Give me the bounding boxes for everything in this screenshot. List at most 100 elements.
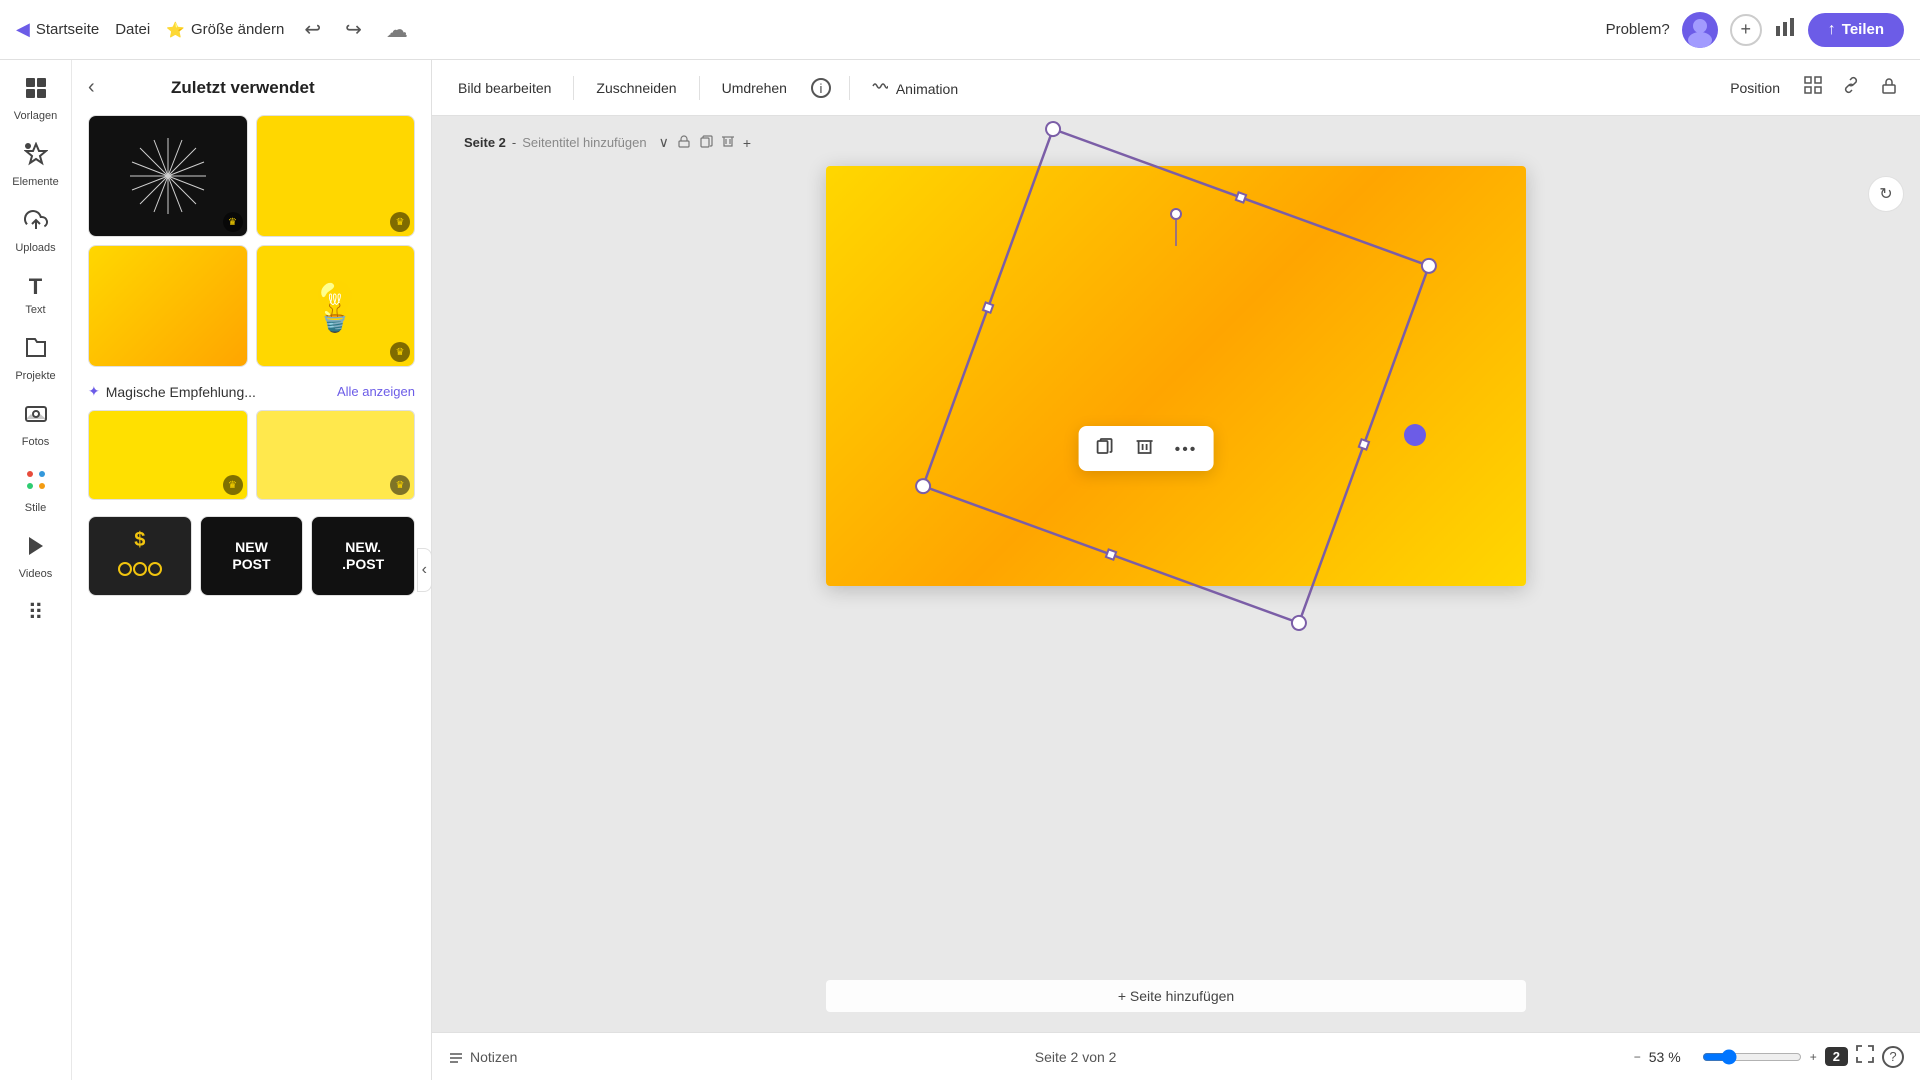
share-button[interactable]: ↑ Teilen bbox=[1808, 13, 1904, 47]
magic-thumb-2[interactable]: ♛ bbox=[256, 410, 416, 500]
divider-2 bbox=[699, 76, 700, 100]
vorlagen-icon bbox=[24, 76, 48, 106]
flip-button[interactable]: Umdrehen bbox=[712, 74, 797, 102]
link-icon bbox=[1842, 76, 1860, 94]
sidebar-item-uploads[interactable]: Uploads bbox=[4, 200, 68, 262]
selection-svg bbox=[726, 116, 1626, 686]
notes-label: Notizen bbox=[470, 1049, 517, 1065]
page-copy-btn[interactable] bbox=[697, 132, 715, 153]
file-label: Datei bbox=[115, 21, 150, 38]
hide-panel-button[interactable]: ‹ bbox=[417, 548, 432, 592]
text-icon: T bbox=[29, 274, 42, 300]
info-icon: i bbox=[811, 78, 831, 98]
lock-button[interactable] bbox=[1874, 72, 1904, 103]
sidebar-item-more[interactable]: ⠿ bbox=[4, 592, 68, 634]
ctx-delete-button[interactable] bbox=[1127, 432, 1163, 465]
sidebar-back-button[interactable]: ‹ bbox=[88, 76, 95, 99]
fullscreen-button[interactable] bbox=[1856, 1045, 1874, 1068]
add-user-button[interactable]: + bbox=[1730, 14, 1762, 46]
stile-label: Stile bbox=[25, 502, 46, 514]
magic-section-title: ✦ Magische Empfehlung... bbox=[88, 383, 256, 400]
lower-item-newpost1[interactable]: NEWPOST bbox=[200, 516, 304, 596]
ctx-more-button[interactable]: ••• bbox=[1167, 434, 1206, 463]
notes-icon bbox=[448, 1049, 464, 1065]
zoom-in-button[interactable]: + bbox=[1810, 1050, 1817, 1064]
page-label-actions: ∨ + bbox=[657, 132, 753, 153]
crown-badge-5: ♛ bbox=[390, 475, 410, 495]
crop-button[interactable]: Zuschneiden bbox=[586, 74, 686, 102]
ctx-copy-button[interactable] bbox=[1087, 432, 1123, 465]
zoom-out-button[interactable]: − bbox=[1634, 1050, 1641, 1064]
zoom-slider[interactable] bbox=[1702, 1049, 1802, 1065]
home-button[interactable]: ◀ Startseite bbox=[16, 19, 99, 40]
thumbnail-yellow-grad[interactable] bbox=[88, 245, 248, 367]
redo-icon: ↪ bbox=[345, 19, 362, 41]
refresh-icon: ↻ bbox=[1879, 184, 1892, 204]
canvas-wrapper[interactable]: Seite 2 - Seitentitel hinzufügen ∨ + bbox=[432, 116, 1920, 1032]
page-add-btn[interactable]: + bbox=[741, 133, 753, 153]
stile-icon bbox=[24, 468, 48, 498]
purple-dot[interactable] bbox=[1404, 424, 1426, 446]
crown-badge-4: ♛ bbox=[223, 475, 243, 495]
page-label: Seite 2 - Seitentitel hinzufügen ∨ + bbox=[464, 132, 753, 153]
stats-button[interactable] bbox=[1774, 16, 1796, 44]
filter-icon bbox=[1804, 76, 1822, 94]
help-button[interactable]: ? bbox=[1882, 1046, 1904, 1068]
fotos-icon bbox=[24, 402, 48, 432]
resize-button[interactable]: ⭐ Größe ändern bbox=[166, 21, 284, 39]
cloud-save-button[interactable]: ☁ bbox=[382, 13, 412, 47]
canvas-slide[interactable] bbox=[826, 166, 1526, 586]
sidebar-item-elemente[interactable]: Elemente bbox=[4, 134, 68, 196]
lower-item-newpost2[interactable]: NEW..POST bbox=[311, 516, 415, 596]
bottombar: Notizen Seite 2 von 2 − 53 % + 2 ? bbox=[432, 1032, 1920, 1080]
yellow-grad-preview bbox=[89, 246, 247, 366]
cloud-icon: ☁ bbox=[386, 17, 408, 42]
info-button[interactable]: i bbox=[805, 73, 837, 103]
crown-badge-1: ♛ bbox=[223, 212, 243, 232]
lower-items-grid: $ NEWPOST NEW..POST bbox=[88, 516, 415, 596]
animation-wave-icon bbox=[872, 81, 892, 97]
more-icon: ⠿ bbox=[27, 600, 43, 626]
problem-button[interactable]: Problem? bbox=[1606, 21, 1670, 38]
page-label-subtitle: Seitentitel hinzufügen bbox=[522, 135, 646, 150]
refresh-button[interactable]: ↻ bbox=[1868, 176, 1904, 212]
undo-button[interactable]: ↩ bbox=[300, 13, 325, 46]
add-page-button[interactable]: + Seite hinzufügen bbox=[826, 980, 1526, 1012]
elemente-label: Elemente bbox=[12, 176, 58, 188]
sidebar-item-videos[interactable]: Videos bbox=[4, 526, 68, 588]
crown-badge-3: ♛ bbox=[390, 342, 410, 362]
notes-button[interactable]: Notizen bbox=[448, 1049, 517, 1065]
page-badge: 2 bbox=[1825, 1047, 1848, 1066]
animation-button[interactable]: Animation bbox=[862, 72, 968, 103]
link-button[interactable] bbox=[1836, 72, 1866, 103]
redo-button[interactable]: ↪ bbox=[341, 13, 366, 46]
page-info: Seite 2 von 2 bbox=[1035, 1049, 1117, 1065]
show-all-link[interactable]: Alle anzeigen bbox=[337, 384, 415, 399]
page-chevron-down[interactable]: ∨ bbox=[657, 132, 671, 153]
thumbnail-grid: ♛ ♛ 💡 ♛ bbox=[88, 115, 415, 367]
share-up-icon: ↑ bbox=[1828, 21, 1836, 39]
add-user-icon: + bbox=[1741, 19, 1752, 40]
position-button[interactable]: Position bbox=[1720, 74, 1790, 102]
thumbnail-yellow-sq[interactable]: ♛ bbox=[256, 115, 416, 237]
text-label: Text bbox=[25, 304, 45, 316]
lower-item-dollar[interactable]: $ bbox=[88, 516, 192, 596]
thumbnail-bulb[interactable]: 💡 ♛ bbox=[256, 245, 416, 367]
page-label-dash: - bbox=[512, 135, 516, 150]
edit-image-button[interactable]: Bild bearbeiten bbox=[448, 74, 561, 102]
sidebar-item-projekte[interactable]: Projekte bbox=[4, 328, 68, 390]
file-button[interactable]: Datei bbox=[115, 21, 150, 38]
sidebar-item-text[interactable]: T Text bbox=[4, 266, 68, 324]
newpost2-label: NEW..POST bbox=[342, 539, 384, 573]
sidebar-item-vorlagen[interactable]: Vorlagen bbox=[4, 68, 68, 130]
filter-button[interactable] bbox=[1798, 72, 1828, 103]
magic-thumb-1[interactable]: ♛ bbox=[88, 410, 248, 500]
sidebar-panel-header: ‹ Zuletzt verwendet bbox=[88, 76, 415, 99]
sidebar-item-fotos[interactable]: Fotos bbox=[4, 394, 68, 456]
page-lock-btn[interactable] bbox=[675, 132, 693, 153]
thumbnail-burst[interactable]: ♛ bbox=[88, 115, 248, 237]
sidebar-item-stile[interactable]: Stile bbox=[4, 460, 68, 522]
toolbar: Bild bearbeiten Zuschneiden Umdrehen i A… bbox=[432, 60, 1920, 116]
page-delete-btn[interactable] bbox=[719, 132, 737, 153]
fotos-label: Fotos bbox=[22, 436, 50, 448]
